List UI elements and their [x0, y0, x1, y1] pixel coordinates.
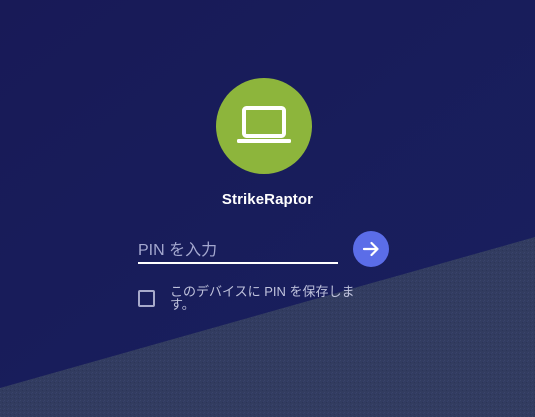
remember-pin-row[interactable]: このデバイスに PIN を保存します。	[138, 285, 378, 311]
submit-button[interactable]	[353, 231, 389, 267]
background	[0, 0, 535, 417]
pin-input[interactable]	[138, 240, 338, 264]
user-name: StrikeRaptor	[221, 191, 314, 208]
arrow-right-icon	[362, 241, 379, 257]
laptop-icon	[237, 106, 291, 143]
remember-pin-checkbox[interactable]	[138, 290, 155, 307]
pin-field	[138, 240, 338, 266]
remember-pin-label[interactable]: このデバイスに PIN を保存します。	[170, 285, 375, 311]
user-avatar	[216, 78, 312, 174]
